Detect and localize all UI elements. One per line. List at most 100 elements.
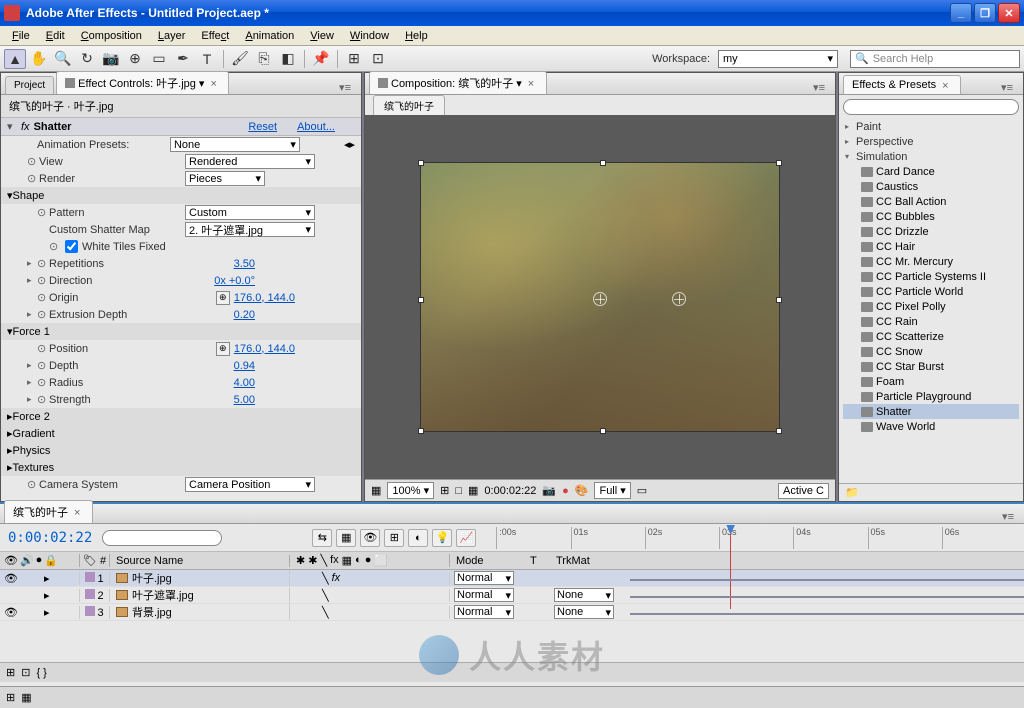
menu-window[interactable]: Window xyxy=(342,28,397,44)
prop-shatter-map-select[interactable]: 2. 叶子遮罩.jpg▾ xyxy=(185,222,315,237)
effect-foam[interactable]: Foam xyxy=(843,374,1019,389)
puppet-tool[interactable]: 📌 xyxy=(310,49,332,69)
channel-icon[interactable]: ● xyxy=(562,485,569,497)
ruler-mark[interactable]: 05s xyxy=(868,527,942,549)
prop-pattern-select[interactable]: Custom▾ xyxy=(185,205,315,220)
transparency-icon[interactable]: ▦ xyxy=(468,484,478,497)
close-button[interactable]: ✕ xyxy=(998,3,1020,23)
snapshot-icon[interactable]: 📷 xyxy=(542,484,556,497)
layer-visibility-icon[interactable]: 👁 xyxy=(4,572,16,585)
zoom-select[interactable]: 100% ▾ xyxy=(387,482,434,499)
timeline-tab[interactable]: 缤飞的叶子 × xyxy=(4,500,93,523)
category-perspective[interactable]: ▸Perspective xyxy=(843,134,1019,149)
category-simulation[interactable]: ▾Simulation xyxy=(843,149,1019,164)
tab-effects-presets[interactable]: Effects & Presets × xyxy=(843,75,961,94)
effect-cc-bubbles[interactable]: CC Bubbles xyxy=(843,209,1019,224)
region-icon[interactable]: □ xyxy=(455,485,462,497)
col-solo-icon[interactable]: ● xyxy=(36,554,43,567)
resolution-icon[interactable]: ⊞ xyxy=(440,484,449,497)
menu-composition[interactable]: Composition xyxy=(73,28,150,44)
effects-search-input[interactable] xyxy=(843,99,1019,115)
layer-duration-bar[interactable] xyxy=(630,613,1024,615)
stopwatch-icon[interactable]: ⊙ xyxy=(27,172,39,185)
ruler-mark[interactable]: 04s xyxy=(793,527,867,549)
effect-cc-ball-action[interactable]: CC Ball Action xyxy=(843,194,1019,209)
menu-layer[interactable]: Layer xyxy=(150,28,194,44)
minimize-button[interactable]: _ xyxy=(950,3,972,23)
comp-mini-flowchart-icon[interactable]: ⇆ xyxy=(312,529,332,547)
white-tiles-checkbox[interactable] xyxy=(65,240,78,253)
prop-repetitions-value[interactable]: 3.50 xyxy=(234,258,255,270)
world-axis-icon[interactable]: ⊡ xyxy=(367,49,389,69)
effect-cc-star-burst[interactable]: CC Star Burst xyxy=(843,359,1019,374)
fx-toggle-icon[interactable]: ▾ xyxy=(7,120,21,133)
layer-quality-icon[interactable]: ╲ xyxy=(322,589,329,602)
layer-visibility-icon[interactable]: 👁 xyxy=(4,606,16,619)
panel-menu-icon[interactable]: ▾≡ xyxy=(996,510,1020,523)
maximize-button[interactable]: ❐ xyxy=(974,3,996,23)
tab-close-icon[interactable]: × xyxy=(528,78,538,88)
frame-blend-icon[interactable]: ⊞ xyxy=(384,529,404,547)
camera-tool[interactable]: 📷 xyxy=(100,49,122,69)
layer-mode-select[interactable]: Normal▾ xyxy=(454,588,514,602)
prop-direction-value[interactable]: 0x +0.0° xyxy=(214,275,255,287)
prop-position-value[interactable]: 176.0, 144.0 xyxy=(234,343,295,355)
layer-mode-select[interactable]: Normal▾ xyxy=(454,571,514,585)
timeline-search-input[interactable] xyxy=(102,530,222,546)
status-icon[interactable]: ▦ xyxy=(21,691,31,704)
effect-cc-drizzle[interactable]: CC Drizzle xyxy=(843,224,1019,239)
pen-tool[interactable]: ✒ xyxy=(172,49,194,69)
rotate-tool[interactable]: ↻ xyxy=(76,49,98,69)
prop-radius-value[interactable]: 4.00 xyxy=(234,377,255,389)
layer-quality-icon[interactable]: ╲ xyxy=(322,606,329,619)
menu-file[interactable]: File xyxy=(4,28,38,44)
panel-menu-icon[interactable]: ▾≡ xyxy=(995,81,1019,94)
panel-menu-icon[interactable]: ▾≡ xyxy=(807,81,831,94)
force-point-icon[interactable] xyxy=(672,292,686,306)
draft-3d-icon[interactable]: ▦ xyxy=(336,529,356,547)
effect-cc-pixel-polly[interactable]: CC Pixel Polly xyxy=(843,299,1019,314)
layer-twirl-icon[interactable]: ▸ xyxy=(44,572,50,585)
animation-presets-select[interactable]: None▾ xyxy=(170,137,300,152)
stopwatch-icon[interactable]: ⊙ xyxy=(37,393,49,406)
graph-editor-icon[interactable]: 📈 xyxy=(456,529,476,547)
tab-close-icon[interactable]: × xyxy=(210,78,220,88)
col-mode[interactable]: Mode xyxy=(450,555,530,567)
effect-cc-mr-mercury[interactable]: CC Mr. Mercury xyxy=(843,254,1019,269)
pan-behind-tool[interactable]: ⊕ xyxy=(124,49,146,69)
eraser-tool[interactable]: ◧ xyxy=(277,49,299,69)
zoom-tool[interactable]: 🔍 xyxy=(52,49,74,69)
hand-tool[interactable]: ✋ xyxy=(28,49,50,69)
effect-cc-particle-systems-ii[interactable]: CC Particle Systems II xyxy=(843,269,1019,284)
col-label-icon[interactable]: 🏷 # xyxy=(80,554,110,567)
col-visibility-icon[interactable]: 👁 xyxy=(4,554,18,567)
toggle-modes-icon[interactable]: ⊡ xyxy=(21,666,30,679)
layer-twirl-icon[interactable]: ▸ xyxy=(44,606,50,619)
col-lock-icon[interactable]: 🔒 xyxy=(44,554,58,567)
tab-effect-controls[interactable]: Effect Controls: 叶子.jpg ▾ × xyxy=(56,71,229,94)
active-camera-select[interactable]: Active C xyxy=(778,483,829,499)
prop-extrusion-value[interactable]: 0.20 xyxy=(234,309,255,321)
tab-close-icon[interactable]: × xyxy=(942,80,952,90)
view-layout-icon[interactable]: ▭ xyxy=(637,484,647,497)
prop-origin-value[interactable]: 176.0, 144.0 xyxy=(234,292,295,304)
prop-view-select[interactable]: Rendered▾ xyxy=(185,154,315,169)
layer-mode-select[interactable]: Normal▾ xyxy=(454,605,514,619)
prop-strength-value[interactable]: 5.00 xyxy=(234,394,255,406)
composition-viewer[interactable] xyxy=(365,115,835,479)
new-bin-icon[interactable]: 📁 xyxy=(845,487,859,499)
ruler-mark[interactable]: 01s xyxy=(571,527,645,549)
group-shape[interactable]: Shape xyxy=(13,190,45,202)
stopwatch-icon[interactable]: ⊙ xyxy=(37,206,49,219)
stopwatch-icon[interactable]: ⊙ xyxy=(37,342,49,355)
ruler-mark[interactable]: 06s xyxy=(942,527,1016,549)
effect-wave-world[interactable]: Wave World xyxy=(843,419,1019,434)
stopwatch-icon[interactable]: ⊙ xyxy=(37,376,49,389)
stopwatch-icon[interactable]: ⊙ xyxy=(27,155,39,168)
effect-shatter-header[interactable]: ▾ fx Shatter Reset About... xyxy=(1,118,361,136)
menu-effect[interactable]: Effect xyxy=(193,28,237,44)
stopwatch-icon[interactable]: ⊙ xyxy=(27,478,39,491)
tab-project[interactable]: Project xyxy=(5,76,54,94)
layer-twirl-icon[interactable]: ▸ xyxy=(44,589,50,602)
stopwatch-icon[interactable]: ⊙ xyxy=(37,274,49,287)
